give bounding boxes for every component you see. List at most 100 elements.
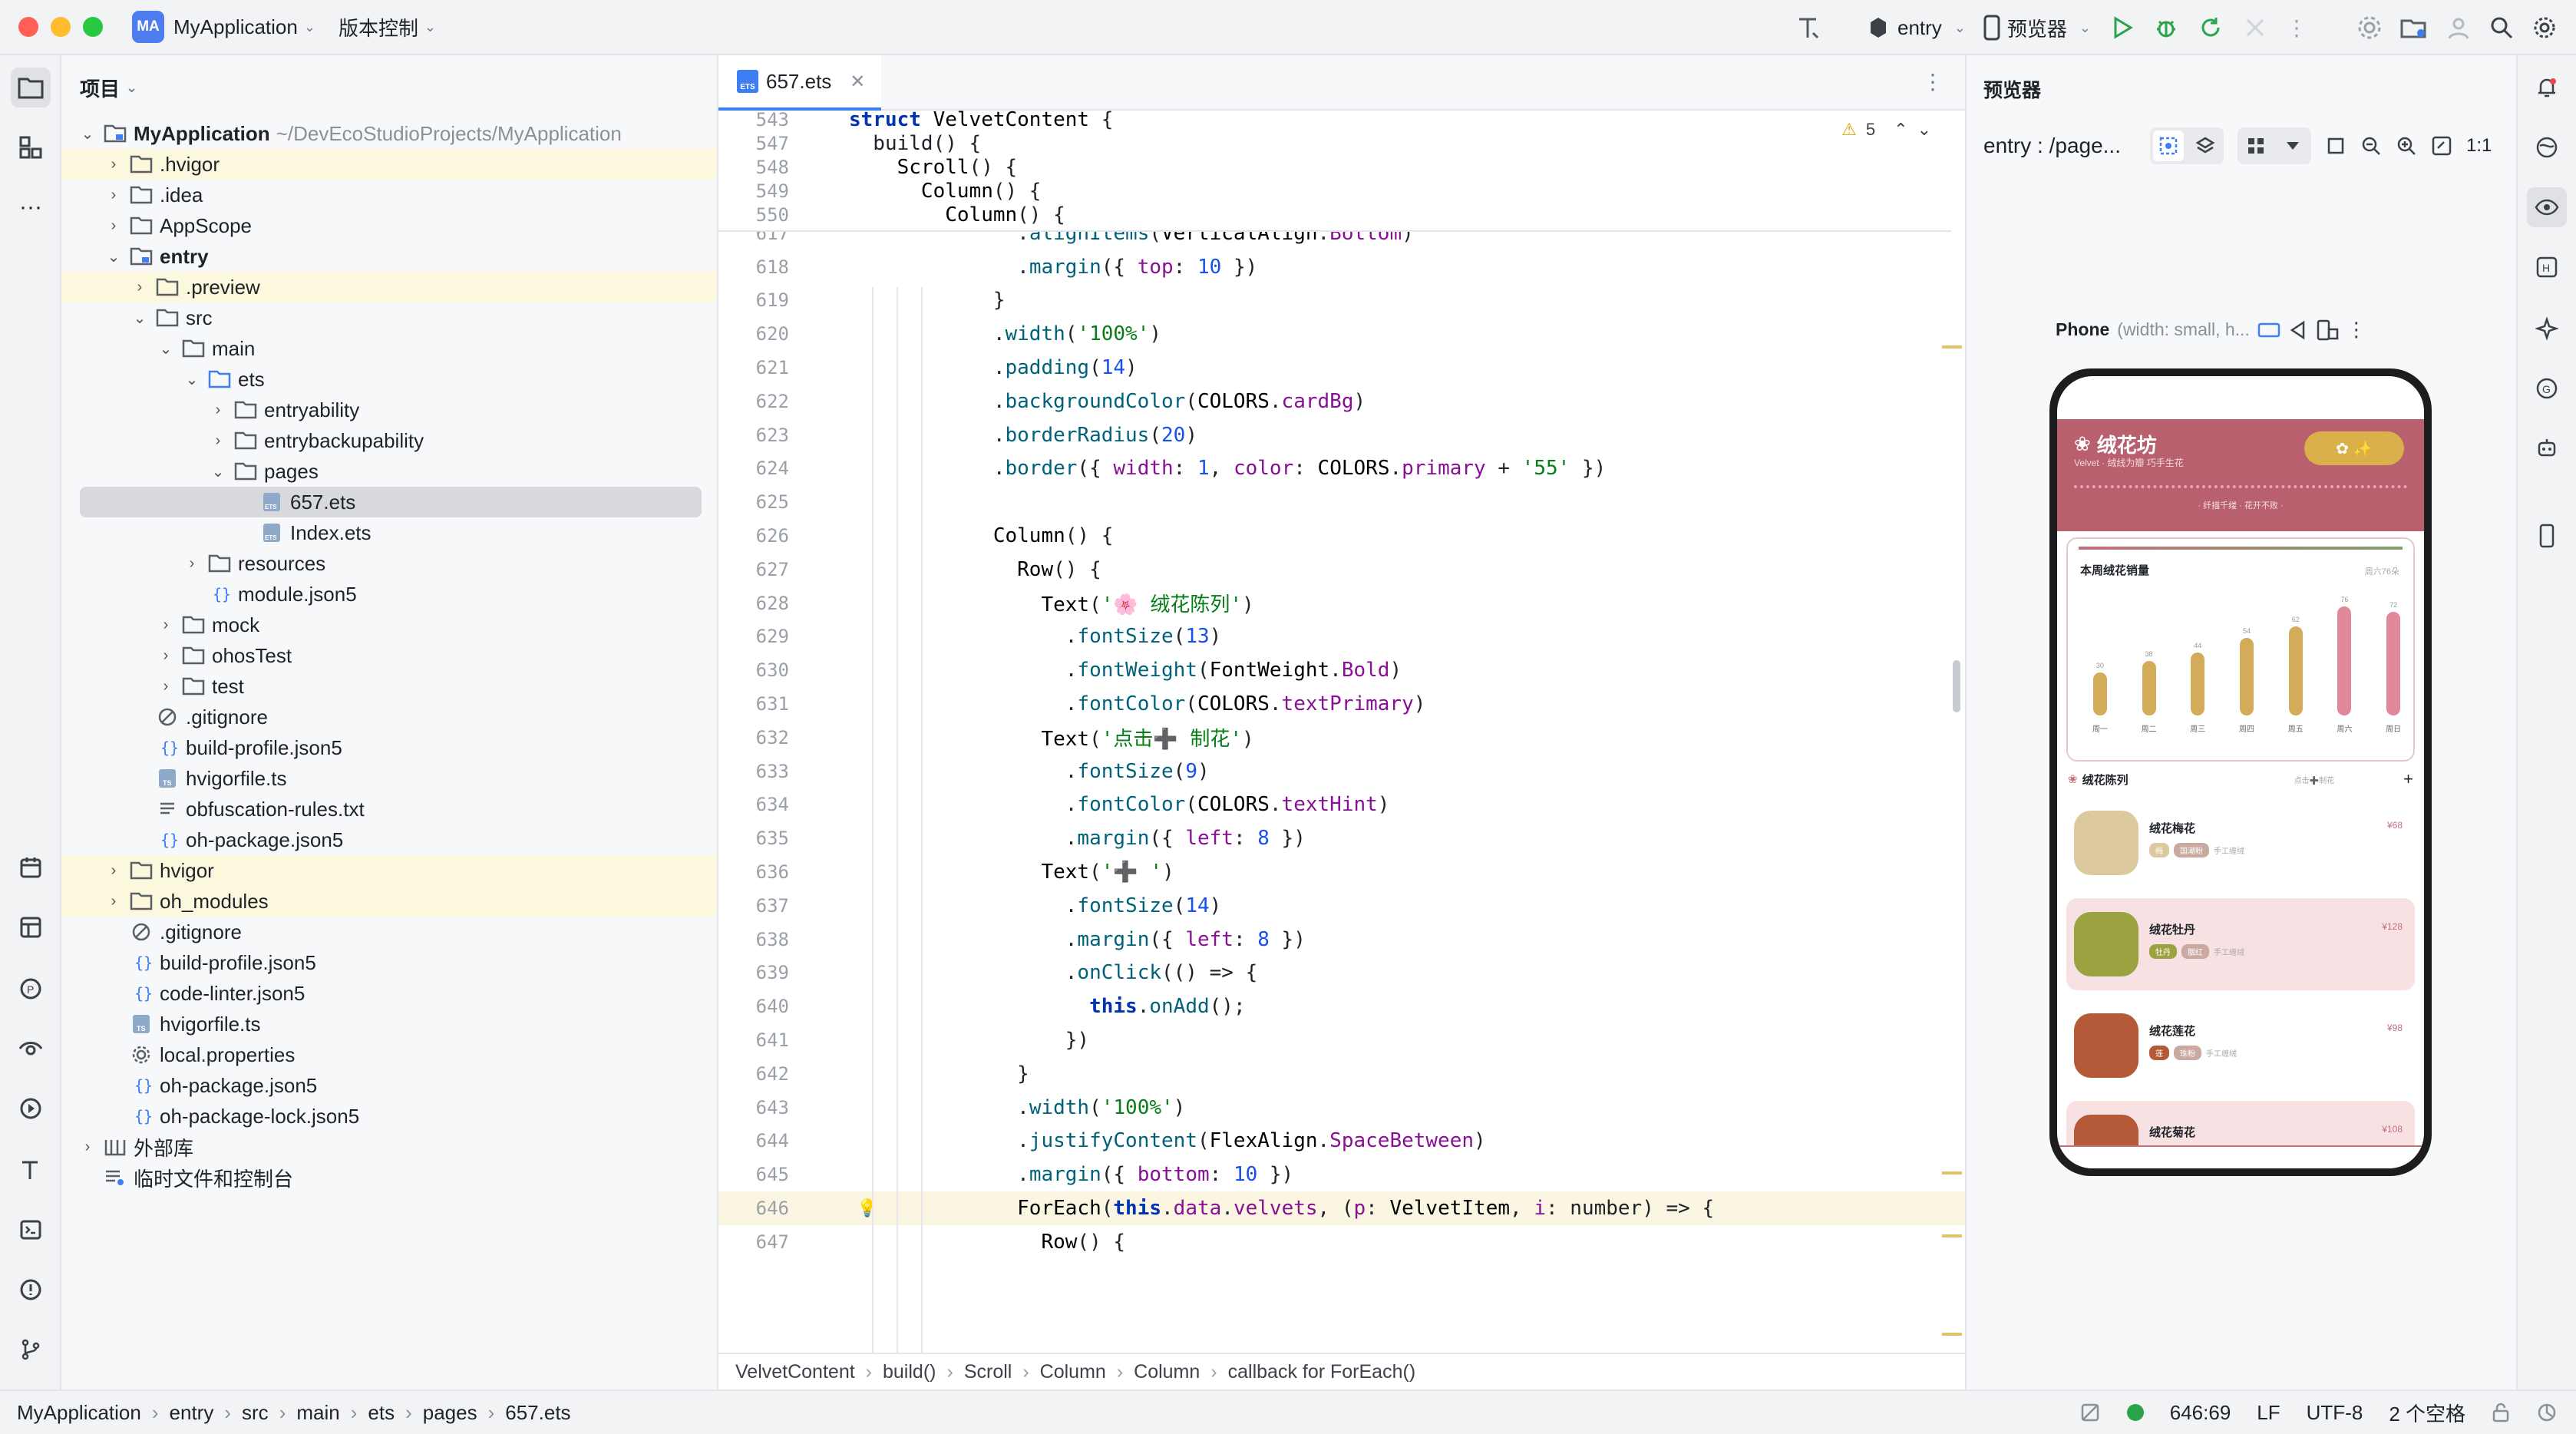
chevron-down-icon[interactable]: ⌄ [210,462,226,481]
rotate-icon[interactable] [2316,319,2339,342]
run-target-select[interactable]: entry ⌄ [1865,15,1966,41]
code-line[interactable]: 626 Column() { [718,519,1965,553]
tree-item[interactable]: TS hvigorfile.ts [61,1009,717,1039]
code-line[interactable]: 632 Text('点击➕ 制花') [718,721,1965,755]
tree-item[interactable]: {} build-profile.json5 [61,732,717,763]
tree-item[interactable]: {} code-linter.json5 [61,978,717,1009]
project-name[interactable]: MyApplication [173,15,298,39]
status-crumb[interactable]: pages [423,1401,477,1425]
chevron-right-icon[interactable]: › [80,1138,95,1156]
layout-icon[interactable] [11,907,51,947]
breadcrumb-item[interactable]: VelvetContent [735,1361,855,1383]
chart-bar[interactable] [2191,652,2205,715]
tree-item[interactable]: TS hvigorfile.ts [61,763,717,794]
tree-item[interactable]: 临时文件和控制台 [61,1162,717,1193]
code-line[interactable]: 620 .width('100%') [718,317,1965,351]
code-line[interactable]: 625 [718,485,1965,519]
tree-item[interactable]: {} build-profile.json5 [61,947,717,978]
tree-root[interactable]: ⌄ MyApplication ~/DevEcoStudioProjects/MyA… [61,118,717,149]
sticky-line[interactable]: 549 Column() { [718,179,1951,203]
run-panel-icon[interactable] [11,1089,51,1128]
code-line[interactable]: 639 .onClick(() => { [718,956,1965,990]
phone-screen[interactable]: ❀ 绒花坊 Velvet · 绒线为瓣 巧手生花 ✿ ✨ · 纤描千缕 · 花开不… [2057,376,2424,1168]
chevron-right-icon[interactable]: › [158,647,173,665]
code-line[interactable]: 634 .fontColor(COLORS.textHint) [718,788,1965,821]
inspect-icon[interactable] [11,1029,51,1069]
more-tools-icon[interactable]: ··· [11,187,51,227]
tree-item[interactable]: ⌄ entry [61,241,717,272]
code-line[interactable]: 642 } [718,1057,1965,1091]
file-encoding[interactable]: UTF-8 [2307,1401,2363,1425]
code-line[interactable]: 624 .border({ width: 1, color: COLORS.pr… [718,451,1965,485]
spark-icon[interactable] [2527,309,2567,349]
status-crumb[interactable]: entry [170,1401,214,1425]
tree-item[interactable]: › AppScope [61,210,717,241]
project-view-icon[interactable] [11,68,51,107]
chevron-right-icon[interactable]: › [106,156,121,173]
code-line[interactable]: 622 .backgroundColor(COLORS.cardBg) [718,385,1965,418]
tree-item[interactable]: › entryability [61,395,717,425]
tree-item[interactable]: ETS 657.ets [80,487,702,517]
code-line[interactable]: 628 Text('🌸 绒花陈列') [718,586,1965,620]
tree-item[interactable]: local.properties [61,1039,717,1070]
chevron-down-icon[interactable]: ⌄ [132,309,147,328]
memory-icon[interactable] [2536,1402,2558,1423]
editor-scrollbar[interactable] [1953,660,1960,712]
chevron-right-icon[interactable]: › [132,279,147,296]
warning-marker[interactable] [1942,345,1962,349]
device-more-icon[interactable]: ⋮ [2346,318,2366,342]
tree-item[interactable]: › resources [61,548,717,579]
chevron-right-icon[interactable]: › [106,187,121,204]
problems-icon[interactable] [11,1270,51,1310]
sticky-line[interactable]: 547 build() { [718,131,1951,155]
zoom-in-icon[interactable] [2396,135,2417,157]
tree-item[interactable]: ⌄ main [61,333,717,364]
chart-bar[interactable] [2386,612,2401,715]
code-line[interactable]: 640 this.onAdd(); [718,990,1965,1023]
terminal-icon[interactable] [11,1210,51,1250]
chart-bar[interactable] [2092,672,2107,715]
code-line[interactable]: 638 .margin({ left: 8 }) [718,923,1965,957]
breadcrumb-item[interactable]: Column [1134,1361,1200,1383]
code-line[interactable]: 643 .width('100%') [718,1091,1965,1125]
chart-bar[interactable] [2288,626,2303,715]
tree-item[interactable]: › .hvigor [61,149,717,180]
build-icon[interactable] [11,1150,51,1190]
device-select[interactable]: 预览器 ⌄ [1983,14,2091,42]
code-line[interactable]: 635 .margin({ left: 8 }) [718,821,1965,855]
warning-marker[interactable] [1942,1333,1962,1336]
chevron-right-icon[interactable]: › [158,678,173,696]
code-line[interactable]: 633 .fontSize(9) [718,755,1965,788]
status-crumb[interactable]: ets [368,1401,395,1425]
vcs-menu[interactable]: 版本控制 [339,13,418,41]
chevron-right-icon[interactable]: › [184,555,200,573]
tree-item[interactable]: ⌄ ets [61,364,717,395]
code-line[interactable]: 627 Row() { [718,553,1965,586]
tree-item[interactable]: ⌄ pages [61,456,717,487]
git-icon[interactable] [11,1330,51,1370]
robot-icon[interactable] [2527,428,2567,468]
chevron-right-icon[interactable]: › [106,893,121,910]
code-line[interactable]: 631 .fontColor(COLORS.textPrimary) [718,687,1965,721]
breadcrumb-item[interactable]: build() [883,1361,936,1383]
inspect-icon[interactable] [2153,131,2184,161]
breadcrumb-item[interactable]: Scroll [964,1361,1012,1383]
indent-setting[interactable]: 2 个空格 [2389,1399,2465,1427]
device-icon[interactable] [2527,516,2567,556]
tree-item[interactable]: › 外部库 [61,1132,717,1162]
status-crumb[interactable]: main [296,1401,339,1425]
account-icon[interactable] [2446,15,2472,41]
search-icon[interactable] [2488,15,2515,41]
velvet-item-card[interactable]: 绒花莲花 ¥98 莲珠粉 手工缠绒 [2066,1000,2415,1092]
tree-item[interactable]: .gitignore [61,917,717,947]
sparkle-badge[interactable]: ✿ ✨ [2304,431,2404,465]
debug-icon[interactable] [2152,14,2180,41]
velvet-item-card[interactable]: 绒花梅花 ¥68 梅国潮粉 手工缠绒 [2066,797,2415,889]
status-crumb[interactable]: src [242,1401,269,1425]
code-line[interactable]: 647 Row() { [718,1225,1965,1259]
tab-657-ets[interactable]: ETS 657.ets ✕ [718,55,881,111]
line-separator[interactable]: LF [2257,1401,2280,1425]
zoom-window-button[interactable] [83,17,103,37]
chevron-down-icon[interactable]: ⌄ [158,339,173,358]
stop-icon[interactable] [2241,14,2269,41]
